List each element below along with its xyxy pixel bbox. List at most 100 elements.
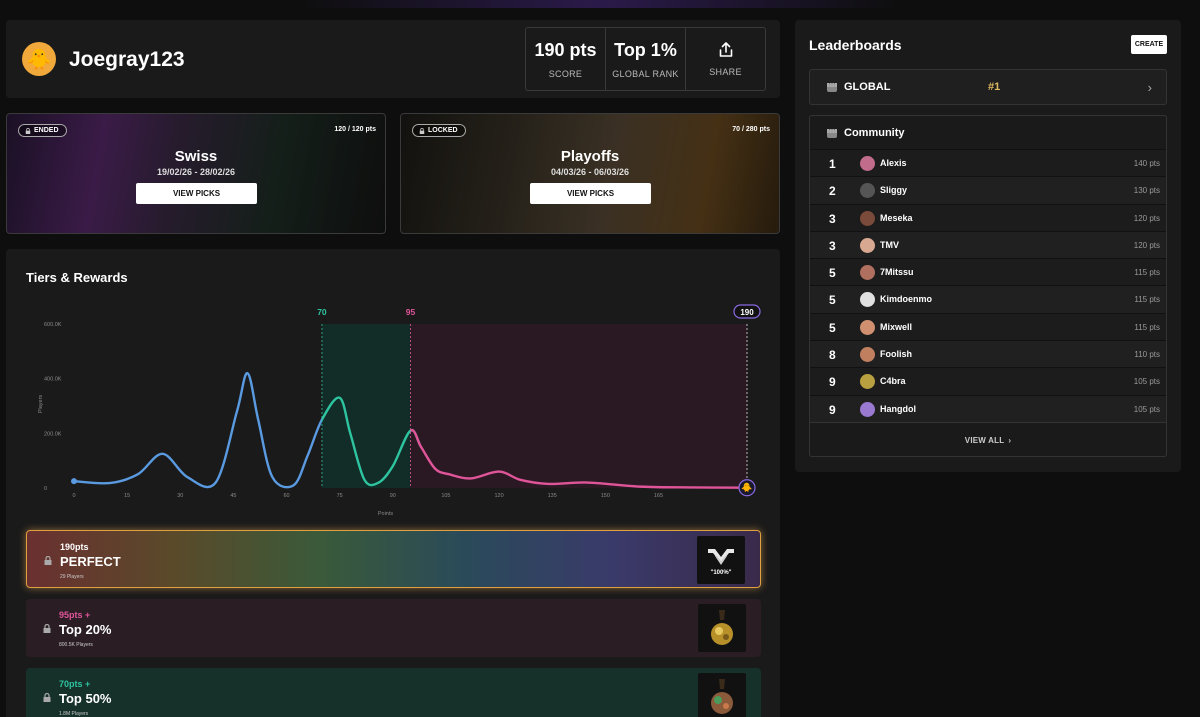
row-name: Hangdol [880,403,916,414]
view-picks-button[interactable]: VIEW PICKS [136,183,257,204]
community-header: Community [810,116,1166,149]
tier-players: 800.5K Players [59,642,93,648]
x-tick-label: 75 [337,493,343,499]
leaderboards-panel: Leaderboards CREATE GLOBAL #1 › Communit… [795,20,1181,472]
chevron-right-icon: › [1008,435,1012,445]
row-points: 120 pts [1133,240,1160,250]
row-rank: 1 [829,157,836,171]
avatar [860,401,875,417]
avatar [860,156,875,171]
y-tick-label: 200.0K [44,431,62,437]
tier-points: 95pts + [59,610,91,620]
start-point [71,478,77,485]
view-all-link[interactable]: VIEW ALL › [810,421,1166,456]
row-rank: 2 [829,184,836,199]
tier-name: PERFECT [60,554,121,569]
fist-icon [827,129,837,138]
leaderboard-rows: 1 Alexis 140 pts 2 Sliggy 130 pts 3 Meseka 120 p… [810,149,1166,422]
avatar [860,210,875,226]
avatar [860,374,875,390]
y-axis-label: Players [38,395,44,414]
tier-card-perfect[interactable]: 190pts PERFECT 29 Players "100%" [26,530,761,588]
global-rank-stat: Top 1% GLOBAL RANK [606,28,686,90]
green-buddy-icon [698,673,746,717]
stage-points: 120 / 120 pts [334,126,376,133]
status-badge: ENDED [18,124,67,137]
leaderboard-row[interactable]: 8 Foolish 110 pts [810,340,1166,368]
reward-label: "100%" [710,570,731,576]
lock-icon [419,127,425,134]
stage-dates: 19/02/26 - 28/02/26 [156,167,236,177]
perfect-badge-icon: "100%" [697,536,745,584]
global-rank: #1 [988,81,1001,93]
row-rank: 5 [829,293,836,308]
row-name: TMV [880,239,899,250]
tier-points: 190pts [60,542,89,552]
x-tick-label: 90 [390,493,396,499]
avatar [860,183,875,199]
score-value: 190 pts [534,39,597,60]
x-tick-label: 30 [177,493,183,499]
profile-header: 🐥 Joegray123 190 pts SCORE Top 1% GLOBAL… [6,20,780,98]
leaderboard-row[interactable]: 1 Alexis 140 pts [810,149,1166,177]
row-rank: 9 [829,375,836,390]
row-points: 130 pts [1133,186,1160,196]
leaderboard-row[interactable]: 5 Kimdoenmo 115 pts [810,285,1166,313]
x-tick-label: 135 [548,493,557,499]
row-points: 115 pts [1134,295,1160,305]
row-rank: 3 [829,211,836,226]
x-tick-label: 60 [283,493,289,499]
create-button[interactable]: CREATE [1131,35,1167,54]
top-glow [300,0,900,8]
marker-label: 95 [406,307,416,317]
tier-card-top50[interactable]: 70pts + Top 50% 1.8M Players [26,668,761,717]
row-points: 115 pts [1134,268,1160,278]
duck-avatar-icon[interactable]: 🐥 [22,42,56,76]
avatar [860,319,875,335]
x-tick-label: 105 [441,493,450,499]
row-points: 120 pts [1133,213,1160,223]
row-rank: 5 [829,266,836,281]
x-tick-label: 45 [230,493,236,499]
avatar [860,237,875,253]
community-leaderboard: Community 1 Alexis 140 pts 2 Sliggy 130 pts 3 M… [809,115,1167,457]
lock-icon [25,127,31,134]
leaderboard-row[interactable]: 5 7Mitssu 115 pts [810,258,1166,286]
y-tick-label: 600.0K [44,322,62,328]
points-distribution-chart: 0 200.0K 400.0K 600.0K 0 15 30 45 60 75 90 105 120 13… [38,304,761,517]
x-tick-label: 150 [601,493,610,499]
stage-points: 70 / 280 pts [732,126,770,133]
tiers-title: Tiers & Rewards [26,270,128,285]
x-tick-label: 15 [124,493,130,499]
stage-dates: 04/03/26 - 06/03/26 [550,167,630,177]
row-name: Kimdoenmo [880,294,933,305]
status-badge-label: LOCKED [428,127,458,134]
leaderboard-row[interactable]: 5 Mixwell 115 pts [810,312,1166,341]
row-name: Alexis [880,158,907,168]
global-label: GLOBAL [844,81,891,93]
avatar [860,292,875,308]
row-name: Foolish [880,349,912,360]
row-name: Meseka [880,212,913,223]
y-tick-label: 400.0K [44,377,62,383]
tier-name: Top 20% [59,622,112,637]
y-tick-label: 0 [44,486,47,492]
avatar [860,265,875,281]
leaderboard-row[interactable]: 2 Sliggy 130 pts [810,176,1166,204]
row-rank: 3 [829,238,836,253]
view-picks-button[interactable]: VIEW PICKS [530,183,651,204]
lock-icon [44,556,52,565]
leaderboard-row[interactable]: 3 Meseka 120 pts [810,203,1166,231]
community-label: Community [844,127,905,139]
tier-card-top20[interactable]: 95pts + Top 20% 800.5K Players [26,599,761,657]
tier-players: 1.8M Players [59,711,89,717]
leaderboard-row[interactable]: 9 C4bra 105 pts [810,367,1166,395]
x-tick-label: 120 [494,493,503,499]
marker-label: 70 [317,307,327,317]
marker-label: 190 [740,308,754,317]
global-leaderboard-row[interactable]: GLOBAL #1 › [809,69,1167,105]
leaderboard-row[interactable]: 3 TMV 120 pts [810,230,1166,259]
lock-icon [43,624,51,633]
leaderboard-row[interactable]: 9 Hangdol 105 pts [810,394,1166,422]
share-button[interactable]: SHARE [686,28,765,90]
